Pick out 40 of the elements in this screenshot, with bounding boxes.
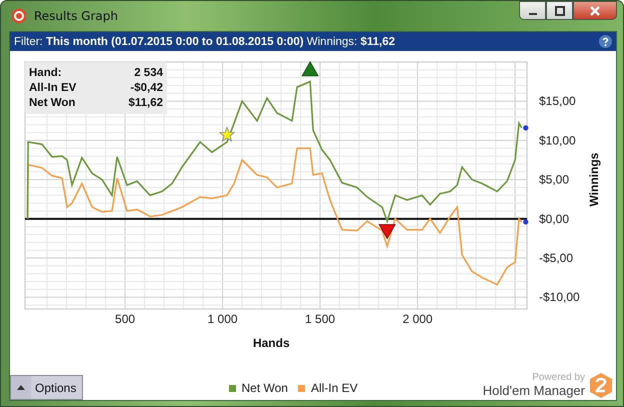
endpoint-marker — [523, 125, 528, 130]
stat-label: All-In EV — [29, 82, 78, 94]
stat-value: -$0,42 — [129, 82, 163, 94]
minimize-button[interactable] — [519, 1, 546, 20]
close-icon — [589, 6, 601, 16]
x-axis-label: 1 000 — [208, 312, 238, 326]
legend-label: All-In EV — [310, 381, 358, 395]
stat-value: $11,62 — [127, 97, 163, 109]
brand-logo-icon — [590, 373, 612, 398]
minimize-icon — [528, 12, 536, 14]
product-name: Hold'em Manager — [482, 383, 585, 398]
maximize-button[interactable] — [546, 1, 573, 20]
endpoint-marker — [523, 219, 528, 225]
y-axis-label: $5,00 — [539, 172, 570, 187]
help-icon[interactable] — [599, 35, 612, 48]
powered-by-text: Powered by — [532, 372, 585, 383]
y-axis-title: Winnings — [587, 152, 601, 207]
maximize-icon — [554, 6, 564, 16]
star-icon — [218, 126, 236, 142]
app-logo-icon — [11, 8, 27, 24]
filter-text: Filter: This month (01.07.2015 0:00 to 01.08.2015 0:00) Winnings: $11,62 — [14, 36, 395, 48]
legend-label: Net Won — [242, 381, 288, 395]
y-axis-label: $0,00 — [539, 212, 570, 226]
stat-value: 2 534 — [133, 67, 163, 79]
stat-label: Hand: — [29, 67, 63, 79]
x-axis-title: Hands — [252, 336, 290, 350]
window-title: Results Graph — [34, 9, 118, 23]
close-button[interactable] — [573, 1, 617, 20]
stat-label: Net Won — [29, 97, 76, 109]
peak-marker-icon — [301, 61, 319, 76]
caret-icon — [17, 385, 25, 390]
y-axis-label: $15,00 — [539, 94, 576, 108]
low-marker-icon — [378, 224, 396, 240]
x-axis-label: 500 — [115, 312, 136, 326]
y-axis-label: -$5,00 — [539, 251, 574, 266]
y-axis-label: $10,00 — [539, 133, 576, 148]
x-axis-label: 2 000 — [402, 312, 433, 326]
x-axis-label: 1 500 — [305, 312, 336, 326]
y-axis-label: -$10,00 — [539, 290, 580, 304]
options-button[interactable]: Options — [10, 375, 84, 400]
